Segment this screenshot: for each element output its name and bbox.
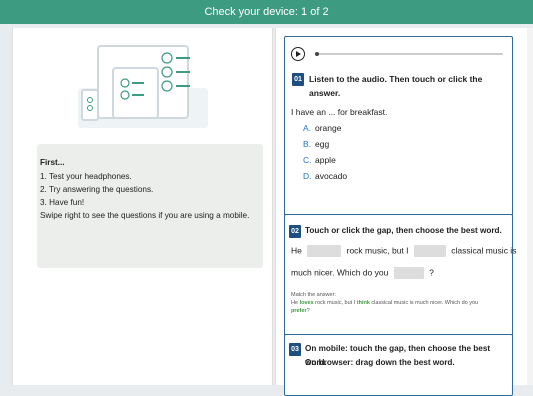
audio-progress-knob[interactable] — [315, 52, 319, 56]
example-text: rock music, but I — [313, 300, 357, 306]
sentence-text: much nicer. Which do you — [291, 267, 389, 278]
header-bar: Check your device: 1 of 2 — [0, 0, 533, 24]
question-2-instruction: Touch or click the gap, then choose the … — [305, 226, 502, 235]
step-4: Swipe right to see the questions if you … — [40, 211, 250, 220]
sentence-text: classical music is — [451, 245, 517, 256]
instructions-title: First... — [40, 158, 65, 167]
question-number-badge: 01 — [292, 73, 304, 86]
option-letter: D. — [303, 171, 312, 181]
match-label: Match the answer: — [291, 292, 336, 298]
option-text: apple — [315, 155, 336, 165]
devices-illustration — [78, 45, 208, 128]
example-text: ? — [306, 308, 310, 314]
audio-progress-bar[interactable] — [315, 52, 503, 56]
step-3: 3. Have fun! — [40, 198, 85, 207]
gap-3[interactable] — [393, 267, 424, 279]
question-1-card: 01 Listen to the audio. Then touch or cl… — [284, 36, 513, 216]
example-highlight: loves — [299, 300, 314, 306]
option-a[interactable]: A. orange — [303, 123, 341, 133]
option-text: avocado — [315, 171, 348, 181]
instructions-box: First... 1. Test your headphones. 2. Try… — [37, 144, 263, 268]
question-number-badge: 03 — [289, 343, 301, 356]
question-2-card: 02 Touch or click the gap, then choose t… — [284, 214, 516, 338]
right-panel-edge — [527, 28, 533, 385]
option-b[interactable]: B. egg — [303, 139, 329, 149]
example-text: classical music is much nicer. Which do … — [369, 300, 479, 306]
questions-panel: 01 Listen to the audio. Then touch or cl… — [275, 28, 528, 396]
audio-player — [285, 37, 512, 69]
question-1-instruction-line1: Listen to the audio. Then touch or click… — [309, 74, 483, 84]
option-letter: C. — [303, 155, 312, 165]
option-c[interactable]: C. apple — [303, 155, 336, 165]
option-letter: A. — [303, 123, 312, 133]
match-example: He loves rock music, but I think classic… — [291, 299, 509, 315]
sentence-text: He — [291, 245, 302, 256]
question-3-card: 03 On mobile: touch the gap, then choose… — [284, 334, 513, 396]
gap-1[interactable] — [307, 245, 342, 257]
example-highlight: think — [356, 300, 370, 306]
sentence-line-2: much nicer. Which do you ? — [291, 267, 434, 279]
play-icon[interactable] — [291, 47, 305, 61]
option-text: orange — [315, 123, 342, 133]
gap-2[interactable] — [413, 245, 446, 257]
intro-panel: First... 1. Test your headphones. 2. Try… — [12, 28, 273, 385]
question-3-instruction-line2: On browser: drag down the best word. — [305, 358, 455, 367]
question-number-badge: 02 — [289, 225, 301, 238]
example-text: He — [291, 300, 300, 306]
step-1: 1. Test your headphones. — [40, 172, 132, 181]
option-letter: B. — [303, 139, 312, 149]
page-title: Check your device: 1 of 2 — [204, 6, 329, 18]
option-d[interactable]: D. avocado — [303, 171, 347, 181]
step-2: 2. Try answering the questions. — [40, 185, 154, 194]
sentence-text: rock music, but I — [346, 245, 409, 256]
sentence-line-1: He rock music, but I classical music is — [291, 245, 516, 257]
example-highlight: prefer — [291, 308, 307, 314]
sentence-text: ? — [429, 267, 434, 278]
option-text: egg — [315, 139, 330, 149]
question-1-prompt: I have an ... for breakfast. — [291, 107, 388, 117]
question-1-instruction-line2: answer. — [309, 88, 341, 98]
